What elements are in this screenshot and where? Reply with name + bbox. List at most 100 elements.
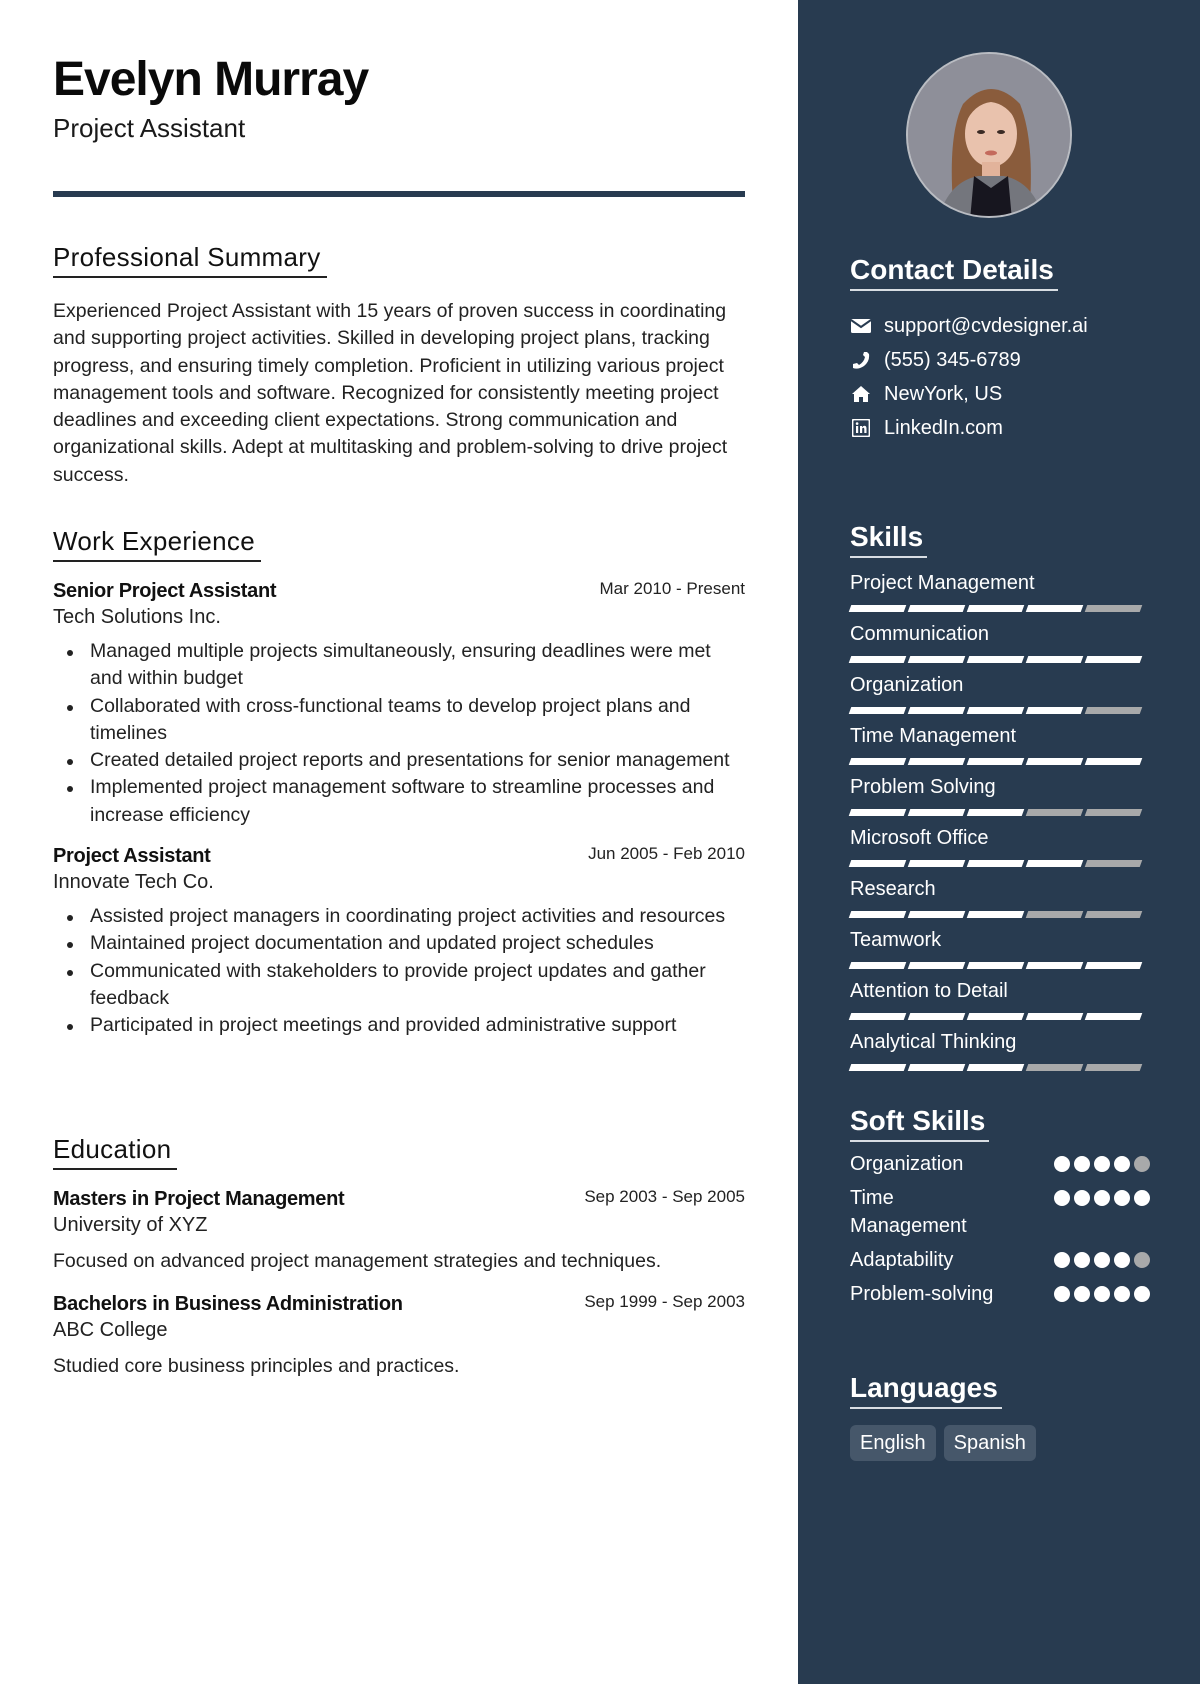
contact-text: LinkedIn.com <box>884 416 1003 439</box>
rating-segment-filled <box>907 860 966 867</box>
rating-segment-empty <box>1025 1064 1084 1071</box>
rating-segment-empty <box>1084 1064 1143 1071</box>
contact-linkedin[interactable]: LinkedIn.com <box>850 411 1150 445</box>
rating-segment-filled <box>966 911 1025 918</box>
skill-name: Problem Solving <box>850 776 996 798</box>
list-item: Participated in project meetings and pro… <box>53 1012 745 1039</box>
rating-segment-filled <box>907 758 966 765</box>
rating-segment-filled <box>907 656 966 663</box>
section-heading: Work Experience <box>53 524 261 562</box>
rating-segment-filled <box>1084 758 1143 765</box>
contact-text: (555) 345-6789 <box>884 348 1021 371</box>
job-dates: Jun 2005 - Feb 2010 <box>588 844 745 864</box>
skill-item: Communication <box>848 621 1150 663</box>
contact-list: support@cvdesigner.ai (555) 345-6789 New… <box>850 309 1150 445</box>
institution-name: University of XYZ <box>53 1214 208 1236</box>
languages-list: English Spanish <box>850 1425 1150 1461</box>
rating-segment-filled <box>1025 962 1084 969</box>
rating-segment-filled <box>848 707 907 714</box>
language-chip: Spanish <box>943 1425 1036 1461</box>
job-title: Project Assistant <box>53 845 211 868</box>
rating-segment-filled <box>1025 707 1084 714</box>
skills-section: Skills Project Management Communication Or… <box>848 520 1150 1071</box>
rating-segment-filled <box>966 707 1025 714</box>
linkedin-icon <box>850 417 872 439</box>
rating-segment-filled <box>848 656 907 663</box>
section-heading: Education <box>53 1132 178 1170</box>
header-divider <box>53 191 745 197</box>
section-heading: Soft Skills <box>850 1104 990 1142</box>
rating-dot-filled <box>1074 1156 1090 1172</box>
soft-skill-name: Organization <box>850 1153 964 1175</box>
skill-name: Time Management <box>850 725 1016 747</box>
home-icon <box>850 383 872 405</box>
rating-dot-filled <box>1094 1190 1110 1206</box>
skill-rating-bar <box>848 1013 1150 1020</box>
rating-segment-filled <box>1025 758 1084 765</box>
soft-skill-rating <box>1054 1156 1150 1172</box>
work-entry: Project Assistant Jun 2005 - Feb 2010 In… <box>53 843 745 1039</box>
rating-segment-empty <box>1084 809 1143 816</box>
contact-email[interactable]: support@cvdesigner.ai <box>850 309 1150 343</box>
contact-location: NewYork, US <box>850 377 1150 411</box>
rating-segment-empty <box>1025 911 1084 918</box>
rating-segment-filled <box>1025 1013 1084 1020</box>
work-entry: Senior Project Assistant Mar 2010 - Pres… <box>53 578 745 829</box>
rating-segment-filled <box>907 962 966 969</box>
skill-item: Problem Solving <box>848 774 1150 816</box>
degree-title: Bachelors in Business Administration <box>53 1293 403 1315</box>
rating-dot-filled <box>1114 1286 1130 1302</box>
job-title: Senior Project Assistant <box>53 580 277 602</box>
rating-segment-empty <box>1084 707 1143 714</box>
soft-skill-item: Adaptability <box>850 1246 1150 1274</box>
rating-segment-filled <box>848 605 907 612</box>
education-dates: Sep 2003 - Sep 2005 <box>584 1187 745 1206</box>
institution-name: ABC College <box>53 1319 168 1341</box>
contact-details-section: Contact Details support@cvdesigner.ai (5… <box>850 253 1150 445</box>
skill-item: Attention to Detail <box>848 978 1150 1020</box>
rating-segment-filled <box>848 911 907 918</box>
skill-rating-bar <box>848 758 1150 765</box>
education-section: Education Masters in Project Management … <box>53 1132 745 1380</box>
rating-segment-filled <box>1084 1013 1143 1020</box>
education-entry: Masters in Project Management Sep 2003 -… <box>53 1186 745 1275</box>
rating-segment-filled <box>848 758 907 765</box>
rating-dot-filled <box>1134 1190 1150 1206</box>
rating-segment-empty <box>1084 605 1143 612</box>
rating-segment-filled <box>907 809 966 816</box>
company-name: Tech Solutions Inc. <box>53 606 221 628</box>
list-item: Collaborated with cross-functional teams… <box>53 693 745 748</box>
rating-segment-filled <box>848 1064 907 1071</box>
rating-segment-filled <box>1025 860 1084 867</box>
section-heading: Contact Details <box>850 253 1058 291</box>
skill-name: Research <box>850 878 936 900</box>
list-item: Implemented project management software … <box>53 774 745 829</box>
education-description: Studied core business principles and pra… <box>53 1355 460 1377</box>
skill-item: Microsoft Office <box>848 825 1150 867</box>
rating-dot-filled <box>1054 1156 1070 1172</box>
rating-segment-filled <box>907 911 966 918</box>
candidate-title: Project Assistant <box>53 113 246 143</box>
education-entry: Bachelors in Business Administration Sep… <box>53 1291 745 1380</box>
rating-dot-filled <box>1114 1252 1130 1268</box>
profile-photo <box>906 52 1072 218</box>
education-description: Focused on advanced project management s… <box>53 1250 662 1272</box>
contact-phone[interactable]: (555) 345-6789 <box>850 343 1150 377</box>
list-item: Managed multiple projects simultaneously… <box>53 638 745 693</box>
soft-skills-list: Organization Time Management Adaptability P… <box>850 1150 1150 1308</box>
rating-segment-filled <box>966 809 1025 816</box>
skill-name: Microsoft Office <box>850 827 989 849</box>
skill-item: Time Management <box>848 723 1150 765</box>
skills-list: Project Management Communication Organizat… <box>848 570 1150 1071</box>
rating-dot-filled <box>1114 1156 1130 1172</box>
skill-name: Attention to Detail <box>850 980 1008 1002</box>
rating-dot-empty <box>1134 1252 1150 1268</box>
company-name: Innovate Tech Co. <box>53 871 214 894</box>
list-item: Communicated with stakeholders to provid… <box>53 958 745 1013</box>
skill-item: Organization <box>848 672 1150 714</box>
portrait-image <box>908 54 1070 216</box>
skill-name: Teamwork <box>850 929 942 951</box>
soft-skill-item: Organization <box>850 1150 1150 1178</box>
rating-segment-filled <box>1025 605 1084 612</box>
list-item: Maintained project documentation and upd… <box>53 930 745 957</box>
